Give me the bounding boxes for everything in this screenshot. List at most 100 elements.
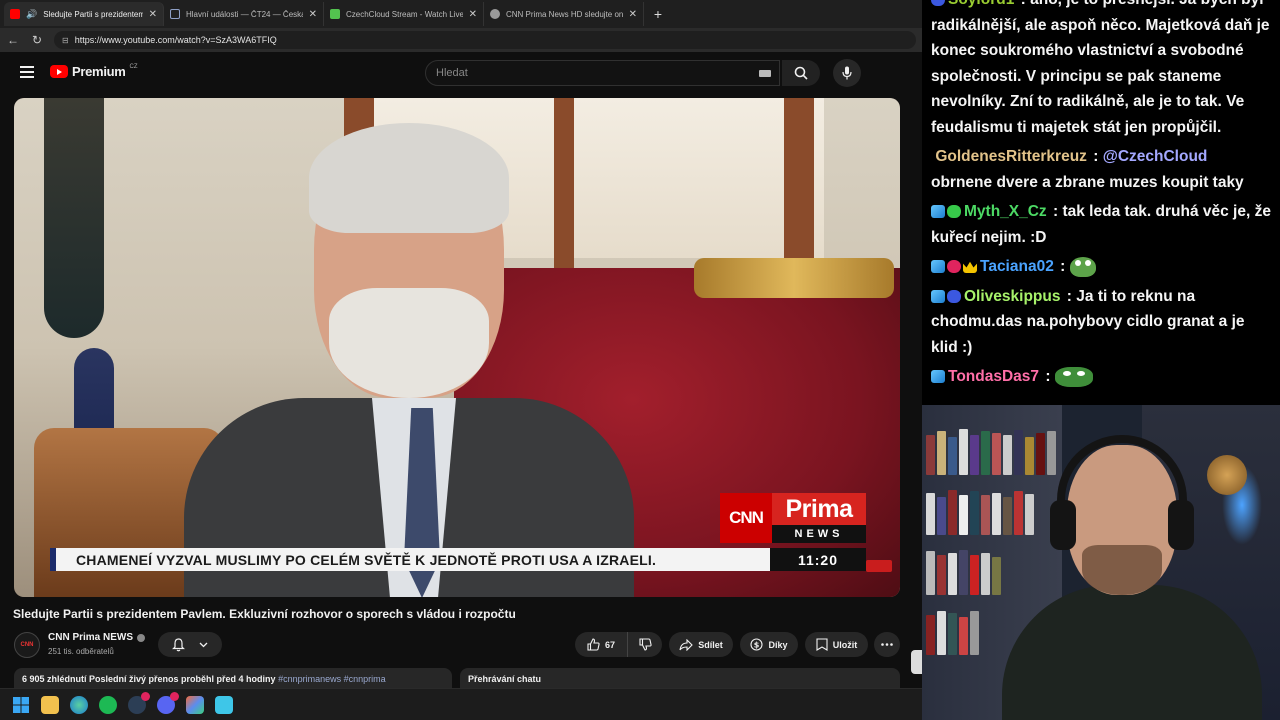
cube-badge-icon bbox=[931, 289, 945, 303]
close-icon[interactable]: ✕ bbox=[149, 9, 157, 20]
cnn-logo-text: CNN bbox=[720, 493, 772, 543]
chat-username[interactable]: Taciana02 bbox=[980, 258, 1054, 275]
chat-username[interactable]: GoldenesRitterkreuz bbox=[935, 148, 1087, 165]
globe-favicon-icon bbox=[490, 9, 500, 19]
speaker-icon[interactable]: 🔊 bbox=[26, 9, 37, 20]
ticker-clock: 11:20 bbox=[770, 548, 866, 571]
more-actions-button[interactable] bbox=[874, 632, 900, 657]
video-player[interactable]: CNN Prima NEWS CHAMENEÍ VYZVAL MUSLIMY P… bbox=[14, 98, 900, 597]
keyboard-icon[interactable] bbox=[759, 70, 771, 77]
notification-badge bbox=[170, 691, 179, 701]
stream-chat: Soylord1 : ano, je to přesnější. Já bych… bbox=[922, 0, 1280, 405]
back-arrow-icon[interactable]: ← bbox=[6, 33, 20, 47]
notepad-icon[interactable] bbox=[215, 695, 233, 714]
notification-badge bbox=[141, 691, 150, 701]
more-horizontal-icon bbox=[881, 643, 893, 646]
browser-tab-bar: 🔊 Sledujte Partii s prezidentem P ✕ Hlav… bbox=[0, 0, 922, 28]
headset-earcup bbox=[1050, 500, 1076, 550]
windows-start-icon[interactable] bbox=[12, 696, 30, 714]
cube-badge-icon bbox=[931, 205, 945, 219]
chat-username[interactable]: Soylord1 bbox=[948, 0, 1014, 8]
thanks-button[interactable]: $ Díky bbox=[740, 632, 798, 657]
edge-browser-icon[interactable] bbox=[70, 695, 88, 714]
heart-badge-icon bbox=[947, 260, 961, 274]
site-info-icon[interactable]: ⊟ bbox=[62, 36, 69, 45]
chat-username[interactable]: TondasDas7 bbox=[948, 368, 1039, 385]
search-button[interactable] bbox=[782, 60, 820, 86]
search-icon bbox=[794, 66, 808, 80]
chat-message: Taciana02 : bbox=[931, 254, 1271, 280]
verified-icon bbox=[137, 633, 146, 642]
chat-text: ano, je to přesnější. Já bych byl radiká… bbox=[931, 0, 1270, 136]
subscriber-badge-icon bbox=[931, 0, 945, 7]
reload-icon[interactable]: ↻ bbox=[30, 33, 44, 47]
close-icon[interactable]: ✕ bbox=[469, 9, 477, 20]
side-scroll-handle[interactable] bbox=[911, 650, 922, 674]
search-placeholder: Hledat bbox=[436, 67, 468, 79]
gem-badge-icon bbox=[947, 289, 961, 303]
youtube-logo[interactable]: Premium CZ bbox=[50, 64, 138, 79]
thumbs-down-icon bbox=[638, 638, 652, 651]
steam-icon[interactable] bbox=[128, 691, 150, 714]
super-thanks-icon: $ bbox=[750, 638, 764, 651]
like-button[interactable]: 67 bbox=[575, 632, 627, 657]
share-button[interactable]: Sdílet bbox=[669, 632, 733, 657]
url-field[interactable]: ⊟ https://www.youtube.com/watch?v=SzA3WA… bbox=[54, 31, 916, 49]
file-explorer-icon[interactable] bbox=[41, 695, 59, 714]
prima-logo-text: Prima bbox=[772, 493, 866, 525]
chat-message: Oliveskippus : Ja ti to reknu na chodmu.… bbox=[931, 287, 1245, 356]
channel-name[interactable]: CNN Prima NEWS bbox=[48, 632, 146, 643]
save-playlist-icon bbox=[816, 638, 828, 651]
menu-icon[interactable] bbox=[20, 66, 34, 78]
new-tab-button[interactable]: + bbox=[648, 6, 668, 22]
browser-tab[interactable]: Hlavní události — ČT24 — Česká ✕ bbox=[164, 2, 324, 26]
save-button[interactable]: Uložit bbox=[805, 632, 868, 657]
video-window-frame bbox=[554, 98, 574, 268]
chat-username[interactable]: Oliveskippus bbox=[964, 288, 1060, 305]
share-label: Sdílet bbox=[698, 639, 723, 650]
copilot-icon[interactable] bbox=[186, 695, 204, 714]
chat-text: obrnene dvere a zbrane muzes koupit taky bbox=[931, 173, 1244, 191]
view-stats: 6 905 zhlédnutí Poslední živý přenos pro… bbox=[22, 674, 276, 684]
chat-mention[interactable]: @CzechCloud bbox=[1103, 148, 1208, 165]
like-count: 67 bbox=[604, 639, 615, 650]
ct24-favicon-icon bbox=[170, 9, 180, 19]
youtube-play-icon bbox=[50, 65, 68, 78]
chat-replay-header[interactable]: Přehrávání chatu bbox=[460, 668, 900, 688]
discord-icon[interactable] bbox=[157, 691, 179, 714]
browser-tab[interactable]: CNN Prima News HD sledujte onli ✕ bbox=[484, 2, 644, 26]
video-window-frame bbox=[784, 98, 814, 268]
cube-badge-icon bbox=[931, 370, 945, 384]
address-bar: ← ↻ ⊟ https://www.youtube.com/watch?v=Sz… bbox=[0, 28, 922, 52]
thumbs-up-icon bbox=[587, 638, 600, 651]
crown-badge-icon bbox=[963, 261, 977, 274]
spotify-icon[interactable] bbox=[99, 695, 117, 714]
voice-search-button[interactable] bbox=[833, 59, 861, 87]
chat-username[interactable]: Myth_X_Cz bbox=[964, 203, 1047, 220]
notifications-button[interactable] bbox=[158, 632, 222, 657]
search-input[interactable]: Hledat bbox=[425, 60, 780, 86]
logo-text: Premium bbox=[72, 64, 126, 79]
windows-taskbar bbox=[0, 688, 922, 720]
video-title: Sledujte Partii s prezidentem Pavlem. Ex… bbox=[13, 607, 516, 621]
channel-avatar[interactable]: CNN bbox=[14, 632, 40, 658]
chat-message: Myth_X_Cz : tak leda tak. druhá věc je, … bbox=[931, 203, 1271, 246]
cnn-prima-news-logo: CNN Prima NEWS bbox=[720, 493, 866, 543]
save-label: Uložit bbox=[832, 639, 858, 650]
dislike-button[interactable] bbox=[627, 632, 662, 657]
frog-emote-icon bbox=[1069, 256, 1096, 277]
browser-tab[interactable]: 🔊 Sledujte Partii s prezidentem P ✕ bbox=[4, 2, 164, 26]
close-icon[interactable]: ✕ bbox=[309, 9, 317, 20]
tab-title: Sledujte Partii s prezidentem P bbox=[43, 9, 143, 19]
hashtags[interactable]: #cnnprimanews #cnnprima bbox=[278, 674, 386, 684]
chat-message: TondasDas7 : bbox=[931, 364, 1271, 390]
headset-earcup bbox=[1168, 500, 1194, 550]
chat-message: Soylord1 : ano, je to přesnější. Já bych… bbox=[931, 0, 1271, 140]
browser-tab[interactable]: CzechCloud Stream - Watch Live o ✕ bbox=[324, 2, 484, 26]
channel-watermark-icon bbox=[866, 560, 892, 572]
video-gold-ornament bbox=[694, 258, 894, 298]
streamer-webcam bbox=[922, 405, 1280, 720]
description-box[interactable]: 6 905 zhlédnutí Poslední živý přenos pro… bbox=[14, 668, 452, 688]
tab-title: CzechCloud Stream - Watch Live o bbox=[346, 9, 463, 19]
close-icon[interactable]: ✕ bbox=[629, 9, 637, 20]
